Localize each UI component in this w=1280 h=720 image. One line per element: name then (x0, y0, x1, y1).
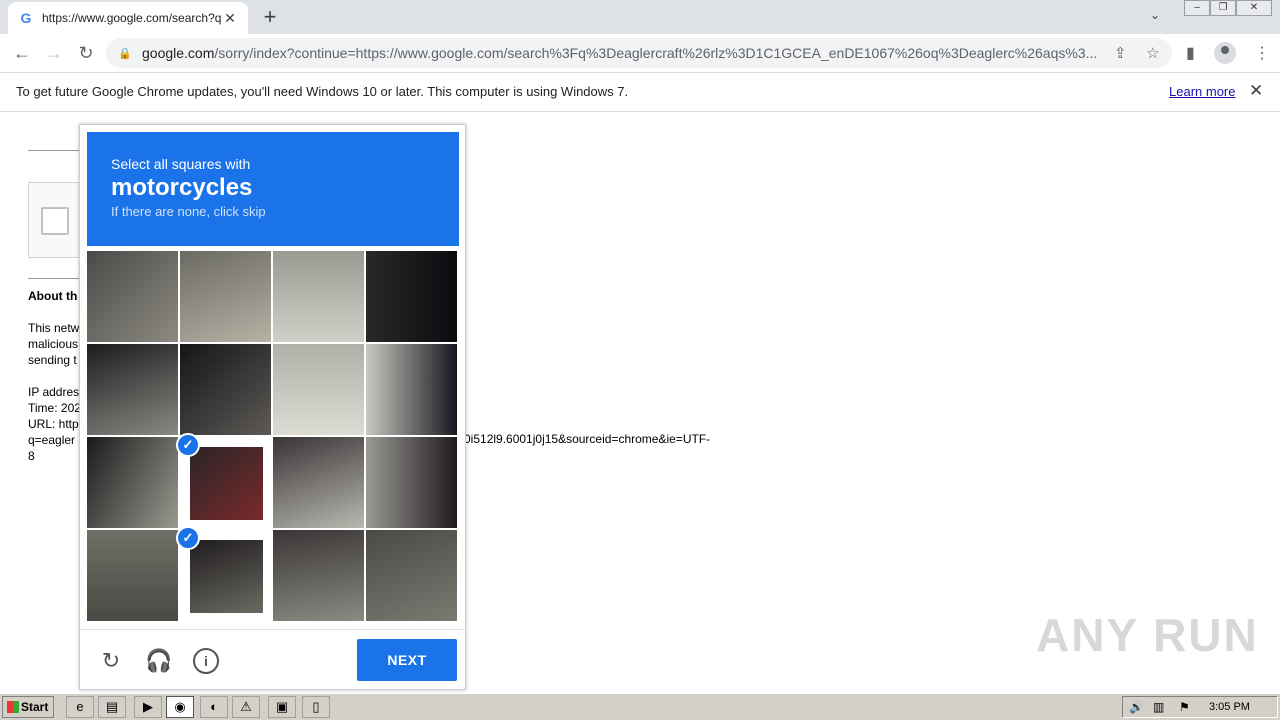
warning-app-icon[interactable]: ⚠ (232, 696, 260, 718)
grid-tile[interactable] (273, 530, 364, 621)
explanation-line: This netw (28, 321, 80, 335)
tile-image (180, 251, 271, 342)
lock-icon[interactable]: 🔒 (118, 47, 132, 60)
learn-more-link[interactable]: Learn more (1169, 84, 1235, 99)
explanation-line: malicious (28, 337, 79, 351)
notepad-icon[interactable]: ▯ (302, 696, 330, 718)
ie-icon[interactable]: e (66, 696, 94, 718)
grid-tile[interactable] (273, 344, 364, 435)
grid-tile[interactable] (366, 344, 457, 435)
challenge-footer: ↻ 🎧 i NEXT (80, 629, 467, 691)
grid-tile[interactable] (180, 251, 271, 342)
tile-image (273, 251, 364, 342)
reload-challenge-icon[interactable]: ↻ (98, 648, 124, 674)
challenge-hint: If there are none, click skip (111, 204, 266, 219)
tile-image (366, 251, 457, 342)
address-bar[interactable]: 🔒 google.com/sorry/index?continue=https:… (106, 38, 1172, 68)
grid-tile[interactable] (366, 530, 457, 621)
start-button[interactable]: Start (2, 696, 54, 718)
update-infobar: To get future Google Chrome updates, you… (0, 72, 1280, 112)
anyrun-watermark: ANY RUN (1036, 609, 1259, 661)
tile-image (366, 437, 457, 528)
tab-search-chevron-icon[interactable]: ⌄ (1150, 8, 1160, 22)
audio-challenge-icon[interactable]: 🎧 (145, 648, 172, 674)
infobar-close-icon[interactable]: ✕ (1249, 81, 1263, 101)
tab-close-icon[interactable]: ✕ (222, 10, 238, 27)
grid-tile[interactable] (87, 530, 178, 621)
new-tab-button[interactable]: + (258, 6, 282, 28)
checkmark-icon: ✓ (176, 526, 200, 550)
url-line: q=eagler (28, 433, 76, 447)
grid-tile[interactable] (87, 437, 178, 528)
grid-tile[interactable]: ✓ (176, 526, 271, 621)
tile-image (87, 344, 178, 435)
tile-image (180, 344, 271, 435)
challenge-header: Select all squares with motorcycles If t… (87, 132, 459, 246)
url-line: URL: http (28, 417, 79, 431)
ip-address-line: IP addres (28, 385, 80, 399)
grid-tile[interactable] (366, 251, 457, 342)
clock: 3:05 PM (1209, 701, 1250, 713)
google-favicon-icon: G (20, 10, 32, 26)
tile-image (273, 530, 364, 621)
profile-avatar[interactable] (1214, 42, 1236, 64)
url-line: 8 (28, 449, 35, 463)
bookmark-star-icon[interactable]: ☆ (1146, 44, 1159, 62)
tile-image (87, 437, 178, 528)
tile-image (87, 530, 178, 621)
window-app-icon[interactable]: ▣ (268, 696, 296, 718)
grid-tile[interactable] (87, 251, 178, 342)
tab-title: https://www.google.com/search?q= (42, 11, 222, 25)
grid-tile[interactable] (87, 344, 178, 435)
share-icon[interactable]: ⇪ (1114, 44, 1127, 62)
volume-icon[interactable]: 🔊 (1129, 700, 1144, 714)
media-player-icon[interactable]: ▶ (134, 696, 162, 718)
image-grid: ✓ ✓ (87, 251, 459, 623)
system-tray: 🔊 ▥ ⚑ 3:05 PM (1122, 696, 1278, 718)
about-heading: About th (28, 289, 78, 303)
reload-button[interactable]: ↻ (74, 42, 98, 64)
tile-image (273, 437, 364, 528)
tile-image (87, 251, 178, 342)
back-button[interactable]: ← (10, 42, 34, 64)
forward-button[interactable]: → (42, 42, 66, 64)
minimize-button[interactable]: – (1184, 0, 1210, 16)
next-button[interactable]: NEXT (357, 639, 457, 681)
chrome-icon[interactable]: ◉ (166, 696, 194, 718)
close-window-button[interactable]: ✕ (1236, 0, 1272, 16)
tab-strip: G https://www.google.com/search?q= ✕ + ⌄… (0, 0, 1280, 34)
challenge-instruction: Select all squares with (111, 156, 251, 172)
windows-taskbar: Start e ▤ ▶ ◉ ◐ ⚠ ▣ ▯ 🔊 ▥ ⚑ 3:05 PM (0, 693, 1280, 720)
tile-image (273, 344, 364, 435)
tile-image (190, 540, 263, 613)
menu-kebab-icon[interactable]: ⋮ (1254, 43, 1270, 63)
tile-image (366, 344, 457, 435)
network-icon[interactable]: ▥ (1153, 700, 1164, 714)
recaptcha-challenge: Select all squares with motorcycles If t… (79, 124, 467, 691)
flag-icon[interactable]: ⚑ (1179, 700, 1190, 714)
restore-button[interactable]: ❐ (1210, 0, 1236, 16)
url-text: google.com/sorry/index?continue=https://… (142, 45, 1098, 61)
url-tail: 0i512l9.6001j0j15&sourceid=chrome&ie=UTF… (464, 432, 711, 446)
time-line: Time: 202 (28, 401, 81, 415)
recaptcha-checkbox[interactable] (41, 207, 69, 235)
tile-image (366, 530, 457, 621)
grid-tile[interactable] (273, 437, 364, 528)
edge-icon[interactable]: ◐ (200, 696, 228, 718)
info-icon[interactable]: i (193, 648, 219, 674)
grid-tile[interactable] (366, 437, 457, 528)
side-panel-icon[interactable]: ▮ (1186, 43, 1195, 63)
grid-tile[interactable] (180, 344, 271, 435)
grid-tile[interactable]: ✓ (176, 433, 271, 528)
checkmark-icon: ✓ (176, 433, 200, 457)
tile-image (190, 447, 263, 520)
explanation-line: sending t (28, 353, 77, 367)
browser-tab[interactable]: G https://www.google.com/search?q= ✕ (8, 2, 248, 34)
challenge-target: motorcycles (111, 174, 253, 201)
grid-tile[interactable] (273, 251, 364, 342)
explorer-icon[interactable]: ▤ (98, 696, 126, 718)
browser-toolbar: ← → ↻ 🔒 google.com/sorry/index?continue=… (0, 34, 1280, 72)
infobar-message: To get future Google Chrome updates, you… (16, 84, 629, 99)
